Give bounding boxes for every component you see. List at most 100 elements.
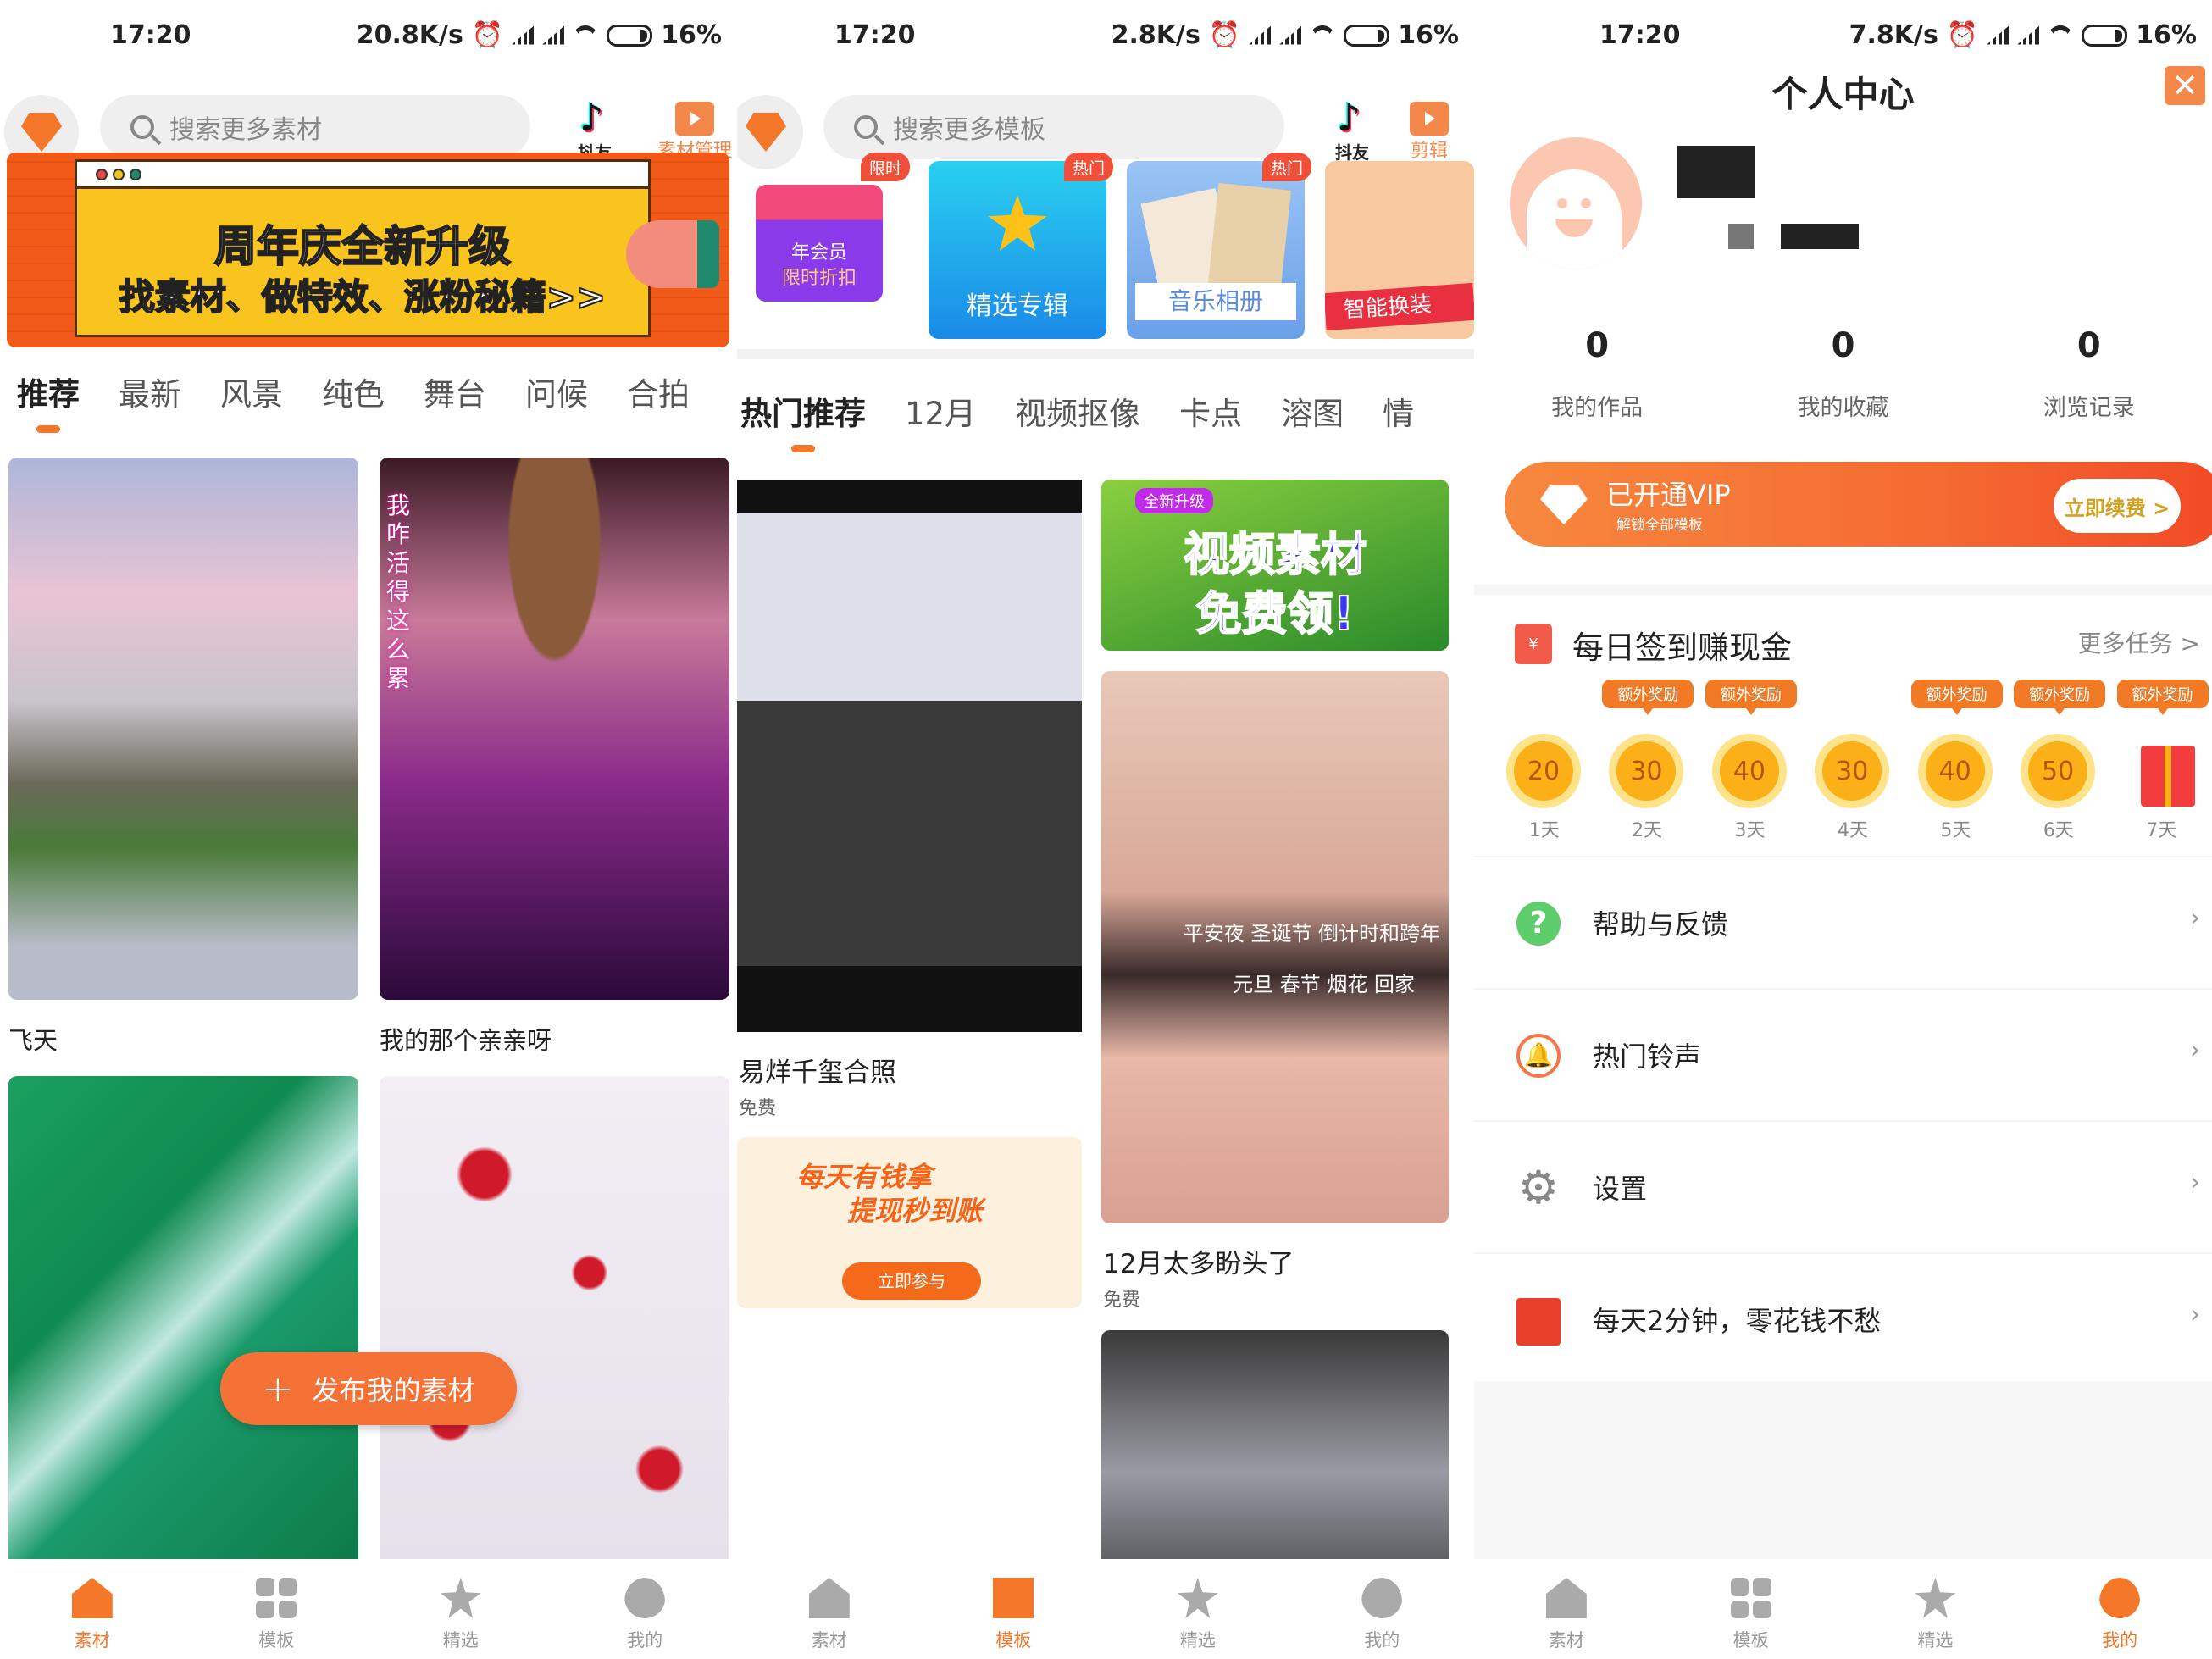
card-overlay-text: 元旦 春节 烟花 回家: [1233, 973, 1415, 996]
nav-featured[interactable]: 精选: [369, 1559, 553, 1659]
publish-material-button[interactable]: + 发布我的素材: [220, 1352, 517, 1425]
bell-icon: 🔔: [1516, 1034, 1561, 1078]
bonus-badge: 额外奖励: [2014, 680, 2106, 715]
status-bar: 17:20 7.8K/s ⏰ 16%: [1474, 17, 2212, 59]
nav-templates[interactable]: 模板: [1659, 1559, 1843, 1659]
coin-value: 40: [1925, 741, 1985, 801]
nav-label: 素材: [1548, 1630, 1584, 1651]
checkin-day[interactable]: 30 4天: [1801, 680, 1904, 841]
coin-value: 50: [2028, 741, 2088, 801]
tab-december[interactable]: 12月: [905, 388, 976, 434]
nav-label: 我的: [2102, 1630, 2138, 1651]
signal-hd-icon: [1279, 25, 1302, 45]
tab-blend[interactable]: 溶图: [1281, 388, 1344, 434]
banner-title: 周年庆全新升级: [213, 221, 512, 272]
tab-emotion[interactable]: 情: [1383, 388, 1414, 434]
tab-solid-color[interactable]: 纯色: [322, 369, 385, 414]
tile-title: 我的那个亲亲呀: [380, 1026, 552, 1055]
nav-label: 素材: [74, 1630, 110, 1651]
menu-label: 每天2分钟，零花钱不愁: [1593, 1305, 1882, 1337]
tab-video-matting[interactable]: 视频抠像: [1015, 388, 1140, 434]
stat-works[interactable]: 0 我的作品: [1551, 326, 1643, 422]
renew-button[interactable]: 立即续费 >: [2054, 479, 2181, 533]
nav-mine[interactable]: 我的: [2027, 1559, 2212, 1659]
checkin-day[interactable]: 额外奖励 30 2天: [1595, 680, 1698, 841]
day-label: 2天: [1632, 820, 1663, 841]
search-input[interactable]: 搜索更多模板: [823, 95, 1284, 159]
anniversary-banner[interactable]: 周年庆全新升级 找素材、做特效、涨粉秘籍>>: [7, 153, 729, 347]
promo-smart-dressup[interactable]: 智能换装: [1325, 161, 1474, 339]
nav-templates[interactable]: 模板: [185, 1559, 369, 1659]
nav-materials[interactable]: 素材: [1474, 1559, 1659, 1659]
material-tile-stage[interactable]: 我咋活得这么累: [380, 458, 729, 1000]
promo-featured-album[interactable]: 精选专辑: [929, 161, 1106, 339]
material-tile-waterfall[interactable]: [8, 1076, 358, 1567]
user-icon: [1361, 1578, 1403, 1618]
nav-mine[interactable]: 我的: [1290, 1559, 1475, 1659]
tab-scenery[interactable]: 风景: [220, 369, 283, 414]
menu-settings[interactable]: ⚙ 设置 ›: [1474, 1120, 2212, 1252]
tab-stage[interactable]: 舞台: [424, 369, 486, 414]
join-now-button[interactable]: 立即参与: [842, 1262, 981, 1300]
signal-icon: [1249, 25, 1272, 45]
checkin-day[interactable]: 20 1天: [1493, 680, 1595, 841]
search-icon: [130, 115, 154, 139]
profile-stats: 0 我的作品 0 我的收藏 0 浏览记录: [1474, 326, 2212, 422]
search-placeholder: 搜索更多模板: [893, 115, 1045, 145]
checkin-day[interactable]: 额外奖励 40 3天: [1699, 680, 1801, 841]
vip-card[interactable]: 已开通VIP 解锁全部模板 立即续费 >: [1505, 462, 2212, 547]
star-icon: [440, 1578, 481, 1618]
checkin-day[interactable]: 额外奖励 7天: [2110, 680, 2212, 841]
promo-annual-vip[interactable]: 年会员 限时折扣: [756, 185, 883, 302]
menu-label: 帮助与反馈: [1593, 908, 1729, 940]
avatar[interactable]: [1510, 137, 1642, 269]
ad-daily-cash[interactable]: 每天有钱拿 提现秒到账 立即参与: [737, 1137, 1082, 1308]
home-icon: [808, 1578, 850, 1618]
promo-music-album[interactable]: 音乐相册: [1127, 161, 1305, 339]
tab-hot-recommend[interactable]: 热门推荐: [740, 388, 866, 434]
nav-materials[interactable]: 素材: [737, 1559, 922, 1659]
vip-subtitle: 解锁全部模板: [1616, 517, 1703, 534]
tab-latest[interactable]: 最新: [119, 369, 181, 414]
nav-featured[interactable]: 精选: [1843, 1559, 2028, 1659]
day-label: 7天: [2146, 820, 2177, 841]
tab-recommend[interactable]: 推荐: [17, 369, 80, 414]
stat-favorites[interactable]: 0 我的收藏: [1797, 326, 1888, 422]
tab-duet[interactable]: 合拍: [627, 369, 690, 414]
close-button[interactable]: ✕: [2165, 66, 2205, 105]
template-card-photo[interactable]: [737, 480, 1082, 1032]
menu-pocket-money[interactable]: 每天2分钟，零花钱不愁 ›: [1474, 1252, 2212, 1384]
diamond-logo-icon: [746, 113, 786, 152]
red-envelope-icon: [1516, 1298, 1561, 1346]
nav-mine[interactable]: 我的: [553, 1559, 738, 1659]
nav-label: 精选: [1179, 1630, 1216, 1651]
tab-beat-sync[interactable]: 卡点: [1179, 388, 1242, 434]
stat-label: 浏览记录: [2043, 395, 2135, 421]
tiktok-icon: [578, 97, 612, 140]
star-icon: [1915, 1578, 1956, 1618]
bottom-nav: 素材 模板 精选 我的: [0, 1559, 737, 1659]
nav-templates[interactable]: 模板: [922, 1559, 1106, 1659]
search-input[interactable]: 搜索更多素材: [100, 95, 530, 159]
search-icon: [854, 115, 878, 139]
tab-greeting[interactable]: 问候: [525, 369, 588, 414]
material-tile-feitian[interactable]: [8, 458, 358, 1000]
app-logo[interactable]: [737, 95, 803, 169]
edit-button[interactable]: 剪辑: [1410, 102, 1449, 163]
nav-materials[interactable]: 素材: [0, 1559, 185, 1659]
ad-video-materials[interactable]: 全新升级 视频素材 免费领!: [1101, 480, 1449, 651]
douyou-button[interactable]: 抖友: [1335, 97, 1369, 164]
menu-label: 热门铃声: [1593, 1040, 1702, 1073]
material-tile-berries[interactable]: [380, 1076, 729, 1567]
stat-history[interactable]: 0 浏览记录: [2043, 326, 2135, 422]
template-card-december[interactable]: 平安夜 圣诞节 倒计时和跨年 元旦 春节 烟花 回家: [1101, 671, 1449, 1223]
status-time: 17:20: [1599, 20, 1681, 50]
checkin-day[interactable]: 额外奖励 40 5天: [1904, 680, 2007, 841]
more-tasks-link[interactable]: 更多任务 >: [2078, 625, 2200, 659]
nav-featured[interactable]: 精选: [1106, 1559, 1290, 1659]
menu-help-feedback[interactable]: ? 帮助与反馈 ›: [1474, 856, 2212, 988]
template-card-oldman[interactable]: [1101, 1330, 1449, 1567]
menu-ringtones[interactable]: 🔔 热门铃声 ›: [1474, 988, 2212, 1120]
diamond-logo-icon: [21, 113, 62, 152]
checkin-day[interactable]: 额外奖励 50 6天: [2007, 680, 2109, 841]
